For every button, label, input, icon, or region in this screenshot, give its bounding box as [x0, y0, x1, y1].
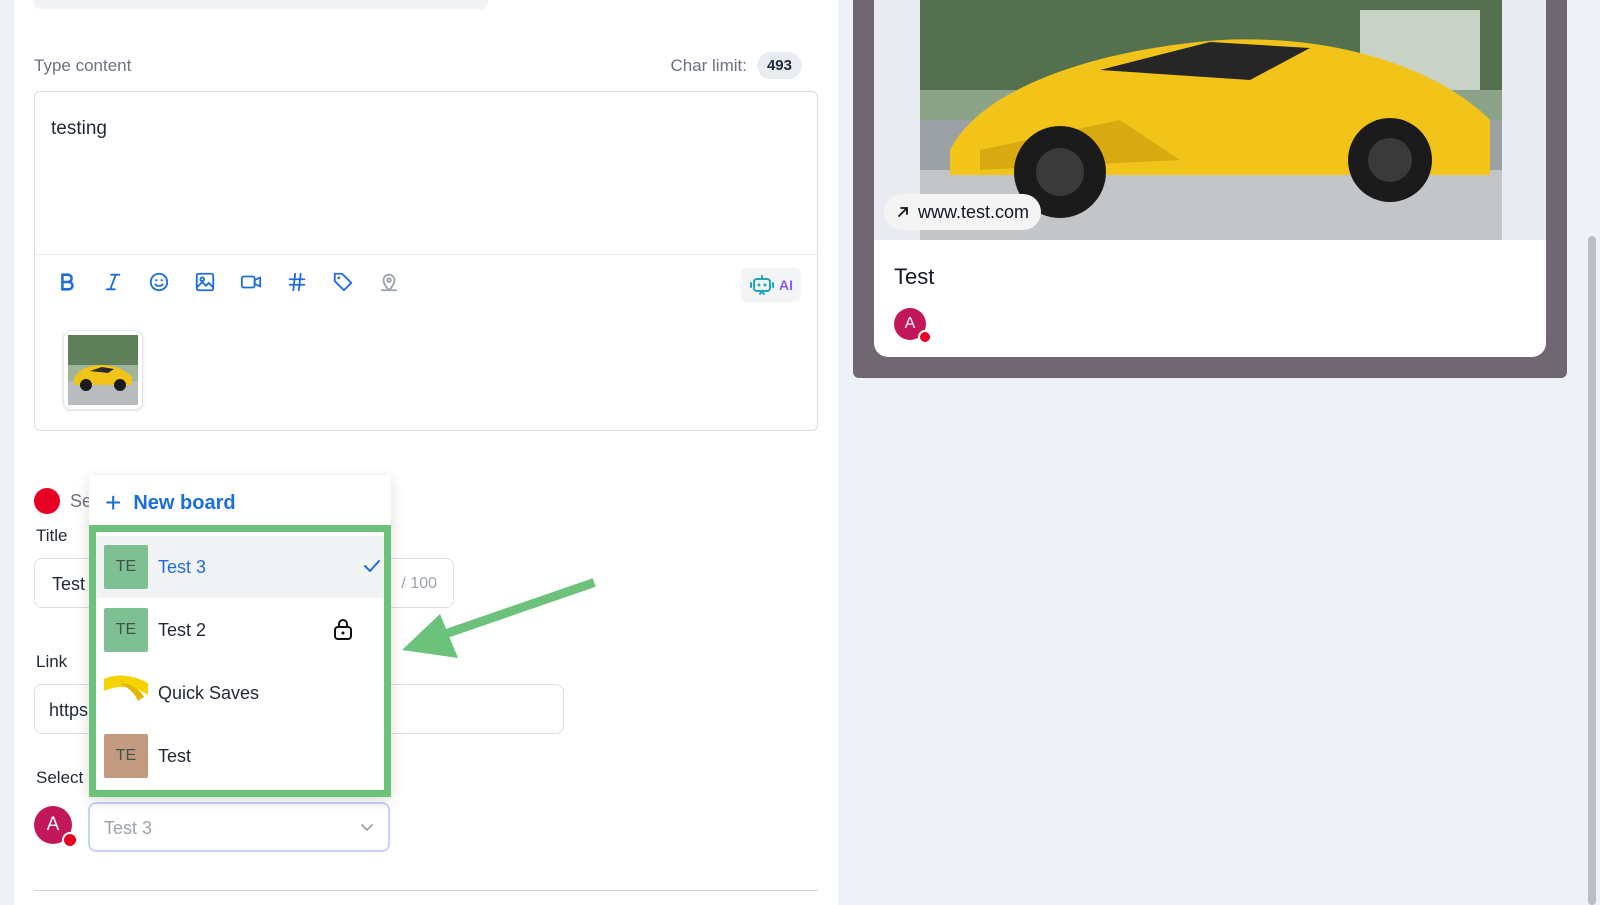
image-button[interactable] [191, 268, 219, 296]
board-thumb: TE [104, 608, 148, 652]
italic-icon [105, 273, 121, 291]
preview-image-area: www.test.com [874, 0, 1546, 240]
link-value: https [49, 700, 89, 720]
video-icon [240, 275, 262, 289]
pinterest-badge-icon [62, 832, 78, 848]
section-divider [34, 890, 818, 891]
preview-link-chip[interactable]: www.test.com [884, 194, 1042, 230]
board-select[interactable]: Test 3 [88, 802, 390, 852]
title-value: Test [52, 574, 86, 594]
content-label: Type content [34, 56, 132, 75]
char-limit: Char limit: 493 [670, 52, 802, 79]
italic-button[interactable] [99, 268, 127, 296]
new-board-button[interactable]: + New board [105, 489, 236, 517]
preview-avatar: A [894, 308, 932, 344]
board-item-test-2[interactable]: TE Test 2 [96, 599, 384, 661]
board-list: TE Test 3 TE Test 2 Quick Saves TE Test [89, 525, 391, 797]
bold-icon [61, 273, 74, 291]
emoji-icon [149, 272, 169, 292]
ai-assistant-button[interactable]: AI [741, 268, 801, 302]
account-avatar: A [34, 806, 78, 848]
char-limit-label: Char limit: [670, 55, 747, 75]
select-board-label: Select [36, 768, 84, 787]
board-name: Test [158, 745, 192, 766]
video-button[interactable] [237, 268, 265, 296]
bold-button[interactable] [53, 268, 81, 296]
board-thumb [104, 671, 148, 715]
external-link-icon [898, 207, 908, 217]
board-item-test[interactable]: TE Test [96, 725, 384, 787]
board-select-value: Test 3 [104, 818, 153, 838]
board-thumb: TE [104, 545, 148, 589]
chevron-down-icon [361, 824, 373, 832]
editor-toolbar [53, 268, 403, 296]
board-item-test-3[interactable]: TE Test 3 [96, 536, 384, 598]
pinterest-icon [34, 488, 60, 514]
page-scrollbar[interactable] [1588, 236, 1596, 905]
board-thumb: TE [104, 734, 148, 778]
plus-icon: + [105, 487, 122, 518]
image-icon [195, 272, 215, 292]
quick-saves-image [104, 675, 148, 701]
hashtag-icon [288, 272, 306, 292]
car-image [68, 335, 138, 405]
attached-image-thumbnail[interactable] [63, 330, 143, 410]
pinterest-badge-icon [918, 330, 932, 344]
location-icon [380, 273, 398, 292]
board-name: Quick Saves [158, 682, 260, 703]
ai-label: AI [779, 277, 793, 293]
tag-icon [333, 272, 353, 292]
content-editor[interactable]: testing AI [34, 91, 818, 431]
editor-text[interactable]: testing [51, 118, 107, 140]
lock-icon [334, 619, 352, 640]
char-limit-badge: 493 [756, 52, 802, 79]
board-name: Test 3 [158, 556, 207, 577]
emoji-button[interactable] [145, 268, 173, 296]
avatar-initial: A [904, 315, 916, 332]
check-icon [364, 560, 380, 572]
board-item-quick-saves[interactable]: Quick Saves [96, 662, 384, 724]
tag-button[interactable] [329, 268, 357, 296]
avatar-initial: A [46, 814, 60, 835]
board-dropdown: + New board TE Test 3 TE Test 2 Quick Sa… [89, 475, 391, 797]
preview-title: Test [894, 264, 935, 289]
post-preview-card: www.test.com Test A [853, 0, 1567, 378]
location-button[interactable] [375, 268, 403, 296]
hashtag-button[interactable] [283, 268, 311, 296]
new-board-label: New board [133, 491, 236, 514]
previous-field [34, 0, 488, 9]
board-name: Test 2 [158, 619, 207, 640]
link-label: Link [36, 652, 68, 671]
editor-divider [35, 254, 817, 255]
preview-url: www.test.com [918, 201, 1030, 222]
title-label: Title [36, 526, 68, 545]
annotation-arrow [402, 578, 596, 658]
pin-preview: www.test.com Test A [874, 0, 1546, 357]
robot-icon [750, 275, 774, 295]
